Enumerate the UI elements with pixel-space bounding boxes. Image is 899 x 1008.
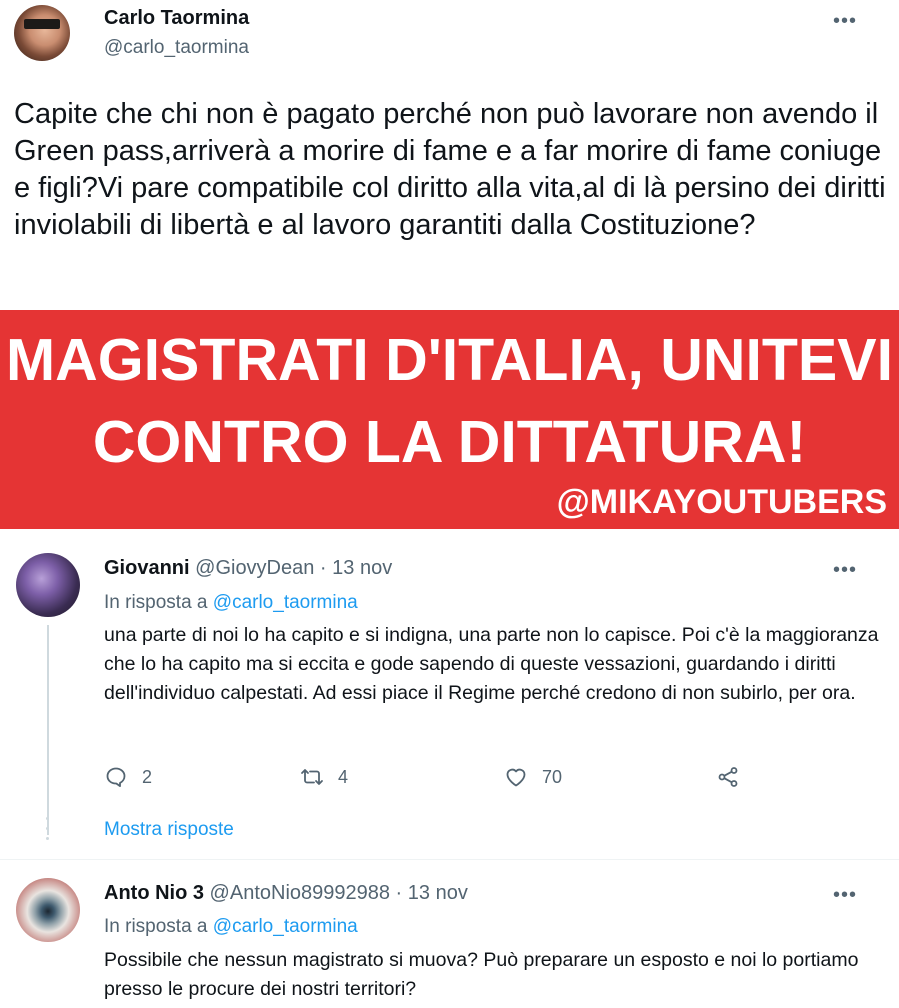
thread-line: [47, 625, 49, 835]
reply-to-line: In risposta a @carlo_taormina: [104, 916, 358, 938]
reply-meta[interactable]: @AntoNio89992988 · 13 nov: [204, 882, 468, 904]
retweet-icon: [301, 769, 323, 785]
author-handle[interactable]: @carlo_taormina: [104, 37, 249, 59]
like-action[interactable]: 70: [504, 761, 562, 793]
tweet-text: Capite che chi non è pagato perché non p…: [14, 98, 886, 241]
glasses-shape: [24, 19, 60, 29]
more-icon[interactable]: •••: [833, 560, 857, 580]
main-tweet: Carlo Taormina @carlo_taormina ••• Capit…: [0, 0, 899, 310]
avatar[interactable]: [14, 5, 70, 61]
banner-headline-line1: MAGISTRATI D'ITALIA, UNITEVI: [6, 327, 893, 393]
reply-to-prefix: In risposta a: [104, 916, 213, 937]
like-count: 70: [542, 766, 563, 787]
more-icon[interactable]: •••: [833, 11, 857, 31]
reply-to-prefix: In risposta a: [104, 592, 213, 613]
reply-to-line: In risposta a @carlo_taormina: [104, 592, 358, 614]
retweet-action[interactable]: 4: [300, 761, 348, 793]
reply-text: una parte di noi lo ha capito e si indig…: [104, 624, 879, 704]
banner-headline-line2: CONTRO LA DITTATURA!: [92, 409, 807, 475]
reply-to-mention[interactable]: @carlo_taormina: [213, 916, 358, 937]
author-name[interactable]: Carlo Taormina: [104, 7, 249, 30]
reply-tweet[interactable]: Giovanni @GiovyDean · 13 nov ••• In risp…: [0, 529, 899, 859]
reply-text: Possibile che nessun magistrato si muova…: [104, 949, 859, 1000]
action-bar: 2 4 70: [104, 761, 764, 793]
reply-header: Giovanni @GiovyDean · 13 nov: [104, 557, 392, 580]
banner-credit: @MIKAYOUTUBERS: [556, 483, 887, 521]
reply-author-name[interactable]: Anto Nio 3: [104, 882, 204, 904]
avatar[interactable]: [16, 553, 80, 617]
retweet-count: 4: [338, 766, 349, 787]
reply-to-mention[interactable]: @carlo_taormina: [213, 592, 358, 613]
banner: MAGISTRATI D'ITALIA, UNITEVI CONTRO LA D…: [0, 310, 899, 529]
reply-icon: [106, 767, 126, 787]
reply-author-name[interactable]: Giovanni: [104, 557, 190, 579]
avatar[interactable]: [16, 878, 80, 942]
heart-icon: [506, 768, 526, 787]
thread-dots: [46, 817, 50, 847]
more-icon[interactable]: •••: [833, 885, 857, 905]
reply-tweet[interactable]: Anto Nio 3 @AntoNio89992988 · 13 nov •••…: [0, 860, 899, 1008]
reply-action[interactable]: 2: [104, 761, 152, 793]
reply-count: 2: [142, 766, 153, 787]
reply-meta[interactable]: @GiovyDean · 13 nov: [190, 557, 392, 579]
reply-header: Anto Nio 3 @AntoNio89992988 · 13 nov: [104, 882, 468, 905]
share-icon: [718, 767, 738, 787]
show-replies-link[interactable]: Mostra risposte: [104, 819, 234, 841]
share-action[interactable]: [716, 761, 740, 793]
